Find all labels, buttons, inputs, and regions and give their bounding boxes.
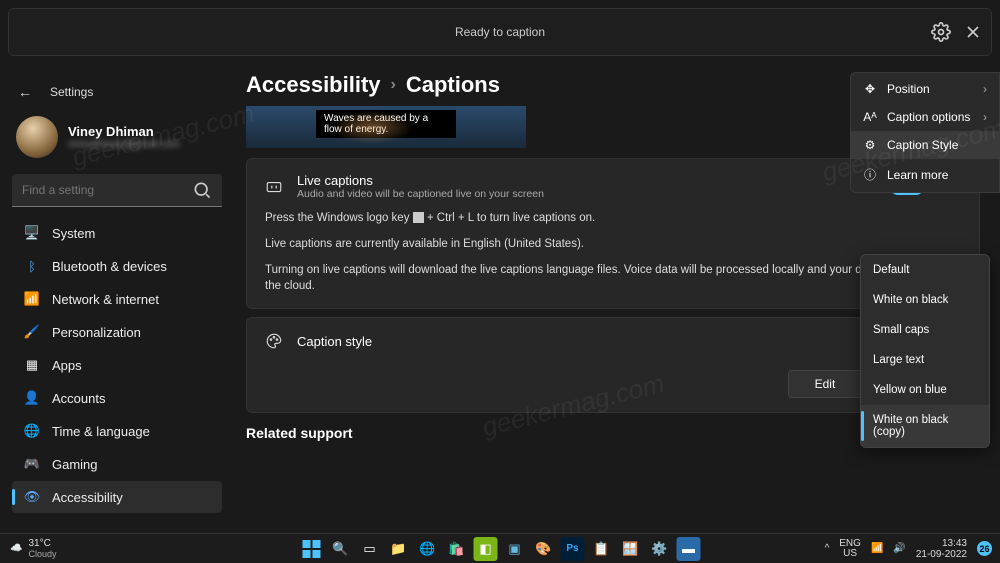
- taskbar-center: 🔍 ▭ 📁 🌐 🛍️ ◧ ▣ 🎨 Ps 📋 🪟 ⚙️ ▬: [300, 537, 701, 561]
- search-box[interactable]: [12, 174, 222, 207]
- bluetooth-icon: ᛒ: [24, 258, 40, 274]
- sidebar-item-accounts[interactable]: 👤Accounts: [12, 382, 222, 414]
- flyout-position[interactable]: ✥Position›: [851, 75, 999, 103]
- search-icon[interactable]: 🔍: [329, 537, 353, 561]
- user-email: vineydhiman@gmail.com: [68, 139, 180, 150]
- live-captions-line1: Press the Windows logo key + Ctrl + L to…: [265, 210, 961, 226]
- app-icon[interactable]: 🎨: [532, 537, 556, 561]
- caption-status: Ready to caption: [455, 25, 545, 39]
- caption-flyout: ✥Position› AᴬCaption options› ⚙Caption S…: [850, 72, 1000, 193]
- font-icon: Aᴬ: [863, 110, 877, 124]
- live-captions-line3: Turning on live captions will download t…: [265, 262, 961, 294]
- chevron-right-icon: ›: [983, 82, 987, 96]
- back-arrow-icon[interactable]: ←: [18, 84, 32, 100]
- sidebar-item-system[interactable]: 🖥️System: [12, 217, 222, 249]
- search-input[interactable]: [22, 183, 192, 197]
- taskview-icon[interactable]: ▭: [358, 537, 382, 561]
- brush-icon: 🖌️: [24, 324, 40, 340]
- notification-badge[interactable]: 26: [977, 541, 992, 556]
- system-tray[interactable]: ^ ENG US 📶 🔊 13:43 21-09-2022 26: [825, 538, 992, 560]
- gamepad-icon: 🎮: [24, 456, 40, 472]
- photoshop-icon[interactable]: Ps: [561, 537, 585, 561]
- dropdown-item[interactable]: Small caps: [861, 315, 989, 345]
- monitor-icon: 🖥️: [24, 225, 40, 241]
- search-icon[interactable]: [192, 180, 212, 200]
- app-title: Settings: [50, 85, 93, 99]
- wifi-icon[interactable]: 📶: [871, 543, 883, 554]
- user-name: Viney Dhiman: [68, 124, 180, 139]
- sidebar: ← Settings Viney Dhiman vineydhiman@gmai…: [0, 72, 234, 533]
- sidebar-item-apps[interactable]: ▦Apps: [12, 349, 222, 381]
- breadcrumb-parent[interactable]: Accessibility: [246, 72, 381, 98]
- clock-date: 21-09-2022: [916, 549, 967, 560]
- breadcrumb-current: Captions: [406, 72, 500, 98]
- app-icon[interactable]: ▣: [503, 537, 527, 561]
- cloud-icon: ☁️: [10, 543, 22, 554]
- edge-icon[interactable]: 🌐: [416, 537, 440, 561]
- globe-icon: 🌐: [24, 423, 40, 439]
- caption-style-title: Caption style: [297, 334, 372, 349]
- preview-caption-text: Waves are caused by a flow of energy.: [316, 110, 456, 138]
- palette-icon: [265, 332, 283, 350]
- user-block[interactable]: Viney Dhiman vineydhiman@gmail.com: [12, 110, 222, 172]
- sidebar-item-personalization[interactable]: 🖌️Personalization: [12, 316, 222, 348]
- gear-icon: ⚙: [863, 138, 877, 152]
- move-icon: ✥: [863, 82, 877, 96]
- dropdown-item[interactable]: Large text: [861, 345, 989, 375]
- avatar: [16, 116, 58, 158]
- sidebar-item-bluetooth[interactable]: ᛒBluetooth & devices: [12, 250, 222, 282]
- live-captions-bar: Ready to caption: [8, 8, 992, 56]
- sidebar-item-gaming[interactable]: 🎮Gaming: [12, 448, 222, 480]
- grid-icon: ▦: [24, 357, 40, 373]
- info-icon: ⓘ: [863, 166, 877, 183]
- store-icon[interactable]: 🛍️: [445, 537, 469, 561]
- live-captions-sub: Audio and video will be captioned live o…: [297, 188, 544, 200]
- winlogo-icon: [413, 212, 424, 223]
- app-icon[interactable]: ▬: [677, 537, 701, 561]
- dropdown-item-selected[interactable]: White on black (copy): [861, 405, 989, 447]
- flyout-caption-options[interactable]: AᴬCaption options›: [851, 103, 999, 131]
- caption-preview: Waves are caused by a flow of energy.: [246, 106, 526, 148]
- accessibility-icon: 👁: [24, 489, 40, 505]
- explorer-icon[interactable]: 📁: [387, 537, 411, 561]
- dropdown-item[interactable]: Default: [861, 255, 989, 285]
- sidebar-item-accessibility[interactable]: 👁Accessibility: [12, 481, 222, 513]
- edit-button[interactable]: Edit: [788, 370, 863, 398]
- start-icon[interactable]: [300, 537, 324, 561]
- nav: 🖥️System ᛒBluetooth & devices 📶Network &…: [12, 217, 222, 513]
- flyout-caption-style[interactable]: ⚙Caption Style: [851, 131, 999, 159]
- taskbar: ☁️ 31°C Cloudy 🔍 ▭ 📁 🌐 🛍️ ◧ ▣ 🎨 Ps 📋 🪟 ⚙…: [0, 533, 1000, 563]
- dropdown-item[interactable]: White on black: [861, 285, 989, 315]
- caption-style-dropdown: Default White on black Small caps Large …: [860, 254, 990, 448]
- volume-icon[interactable]: 🔊: [893, 543, 905, 554]
- cc-icon: [265, 178, 283, 196]
- app-icon[interactable]: 📋: [590, 537, 614, 561]
- wifi-icon: 📶: [24, 291, 40, 307]
- app-icon[interactable]: ◧: [474, 537, 498, 561]
- sidebar-item-network[interactable]: 📶Network & internet: [12, 283, 222, 315]
- live-captions-line2: Live captions are currently available in…: [265, 236, 961, 252]
- weather-widget[interactable]: ☁️ 31°C Cloudy: [0, 538, 56, 559]
- dropdown-item[interactable]: Yellow on blue: [861, 375, 989, 405]
- flyout-learn-more[interactable]: ⓘLearn more: [851, 159, 999, 190]
- chevron-right-icon: ›: [391, 76, 396, 94]
- person-icon: 👤: [24, 390, 40, 406]
- clock-time: 13:43: [916, 538, 967, 549]
- sidebar-item-time[interactable]: 🌐Time & language: [12, 415, 222, 447]
- live-captions-title: Live captions: [297, 173, 544, 188]
- chevron-right-icon: ›: [983, 110, 987, 124]
- settings-icon[interactable]: ⚙️: [648, 537, 672, 561]
- gear-icon[interactable]: [931, 22, 951, 42]
- close-icon[interactable]: [963, 22, 983, 42]
- app-icon[interactable]: 🪟: [619, 537, 643, 561]
- chevron-up-icon[interactable]: ^: [825, 543, 830, 554]
